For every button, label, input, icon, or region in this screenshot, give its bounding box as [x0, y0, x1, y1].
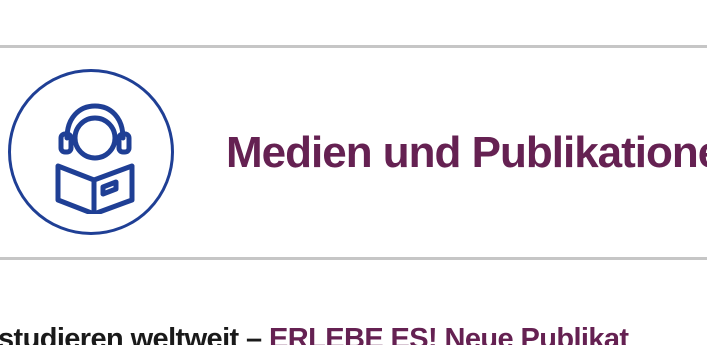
- teaser-text-part1: studieren weltweit –: [0, 323, 270, 345]
- reading-person-headphones-icon: [8, 69, 174, 235]
- news-teaser-link[interactable]: studieren weltweit – ERLEBE ES! Neue Pub…: [0, 321, 629, 345]
- page: Medien und Publikatione studieren weltwe…: [0, 0, 707, 345]
- divider-bottom: [0, 257, 707, 260]
- section-title: Medien und Publikatione: [226, 128, 707, 177]
- media-publications-section-header[interactable]: Medien und Publikatione: [0, 48, 707, 257]
- teaser-text-part2: ERLEBE ES! Neue Publikat: [269, 323, 629, 345]
